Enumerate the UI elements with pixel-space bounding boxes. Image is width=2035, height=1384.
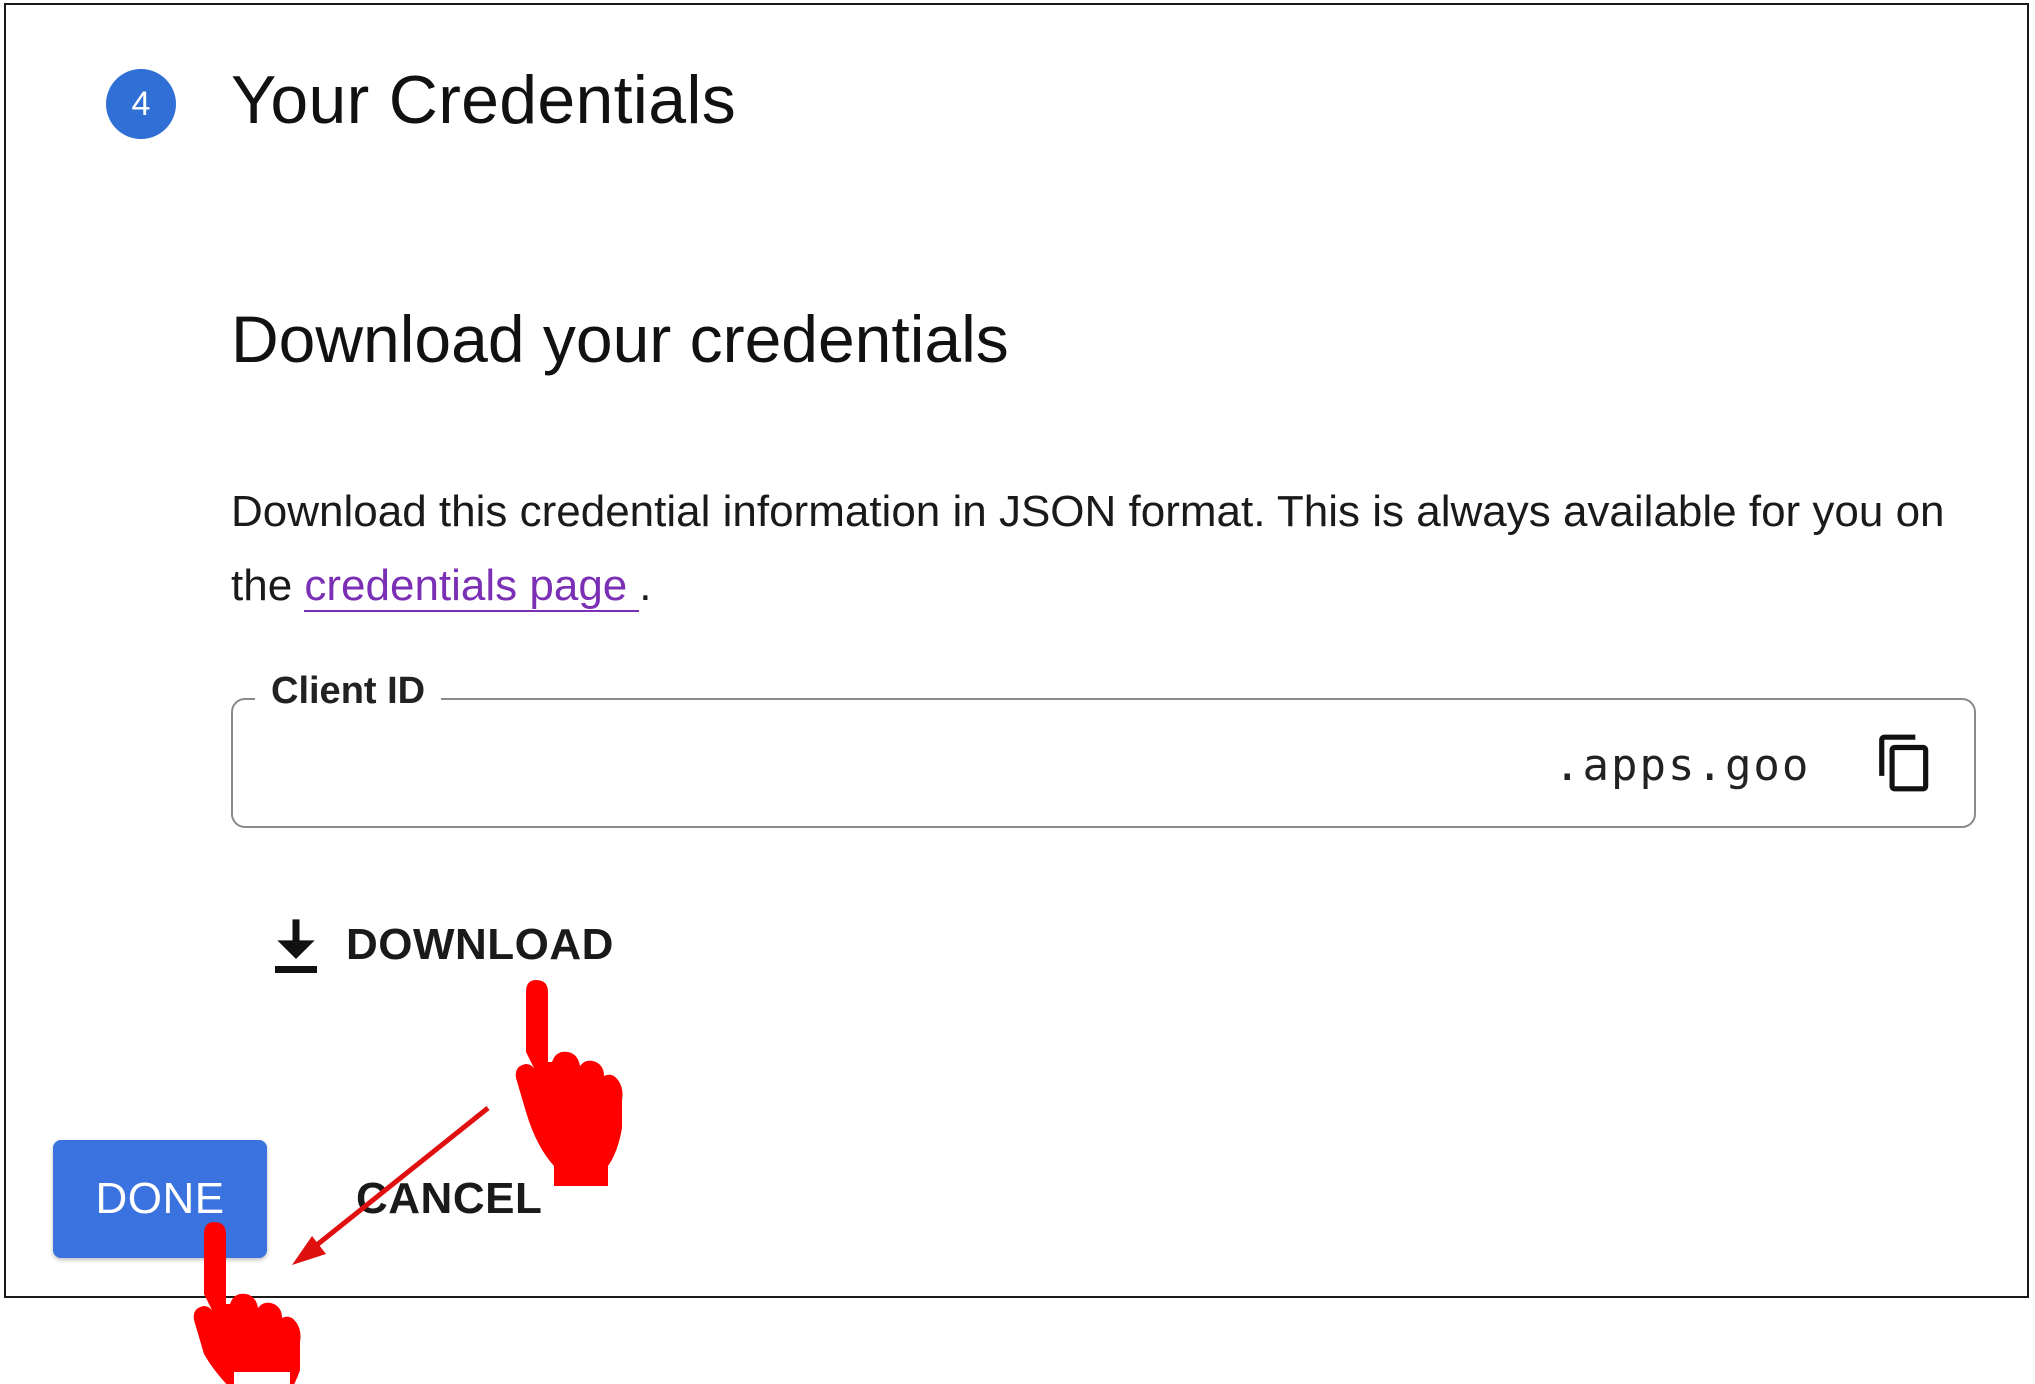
cancel-button[interactable]: CANCEL: [336, 1140, 562, 1258]
credentials-page-link[interactable]: credentials page: [304, 561, 640, 612]
client-id-field[interactable]: Client ID .apps.goo: [231, 670, 1976, 828]
description-text: Download this credential information in …: [231, 475, 1991, 623]
section-title: Download your credentials: [231, 302, 1009, 376]
done-button[interactable]: DONE: [53, 1140, 267, 1258]
step-number-badge: 4: [106, 69, 176, 139]
client-id-label: Client ID: [255, 670, 442, 713]
description-suffix: .: [639, 561, 652, 610]
step-title: Your Credentials: [231, 62, 737, 138]
copy-icon[interactable]: [1874, 732, 1936, 794]
download-label: DOWNLOAD: [346, 920, 614, 969]
client-id-value[interactable]: .apps.goo: [1554, 740, 1814, 791]
download-button[interactable]: DOWNLOAD: [268, 905, 614, 985]
download-icon: [268, 914, 324, 976]
credentials-dialog: 4 Your Credentials Download your credent…: [4, 3, 2029, 1298]
